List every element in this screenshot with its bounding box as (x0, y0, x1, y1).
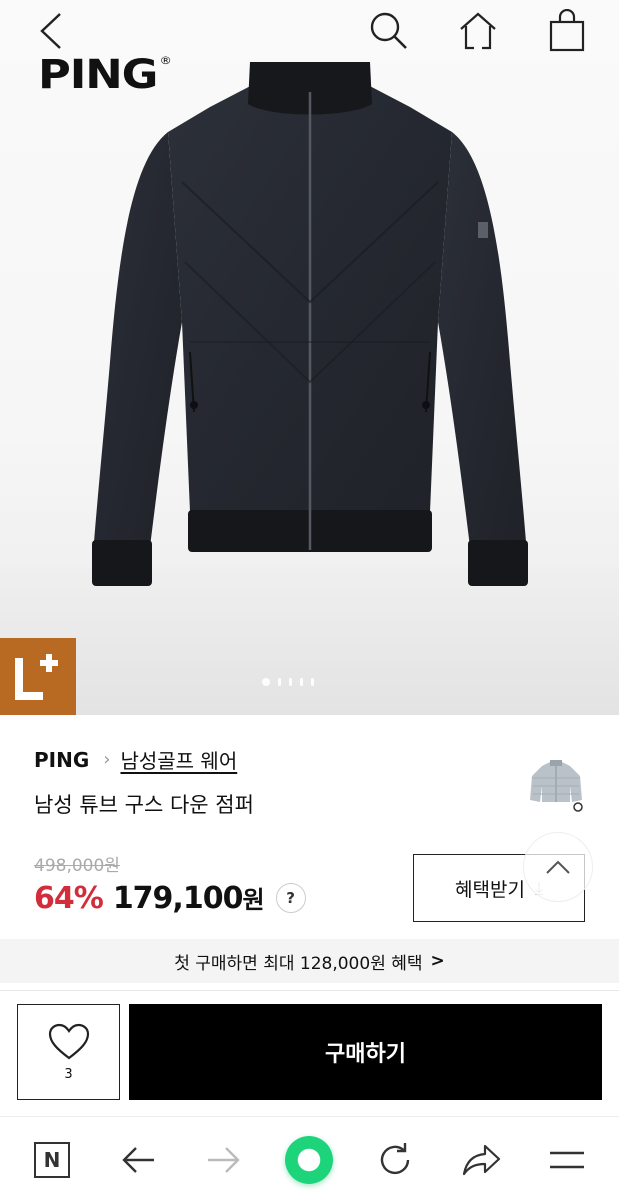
share-button[interactable] (456, 1135, 506, 1185)
related-product-thumbnail[interactable] (528, 756, 584, 812)
scroll-to-top-button[interactable] (523, 832, 593, 902)
search-button[interactable] (364, 6, 414, 56)
breadcrumb-category[interactable]: 남성골프 웨어 (120, 745, 237, 774)
carousel-dot[interactable] (289, 678, 292, 686)
chevron-right-icon: › (103, 749, 111, 770)
breadcrumb: PING › 남성골프 웨어 (34, 745, 237, 774)
first-purchase-promo-banner[interactable]: 첫 구매하면 최대 128,000원 혜택 > (0, 939, 619, 983)
back-chevron-icon (40, 13, 61, 49)
jacket-product-photo (92, 62, 528, 586)
carousel-dot[interactable] (278, 678, 281, 686)
cart-button[interactable] (542, 6, 592, 56)
heart-icon (48, 1023, 89, 1059)
chevron-right-icon: > (430, 951, 445, 971)
chevron-up-icon (546, 860, 570, 874)
browser-back-button[interactable] (113, 1135, 163, 1185)
discount-rate: 64% (34, 880, 104, 916)
home-icon (460, 12, 496, 50)
carousel-indicators (262, 678, 314, 686)
browser-toolbar: N (0, 1116, 619, 1200)
refresh-icon (380, 1143, 410, 1175)
sale-price: 179,100원 (112, 881, 265, 916)
breadcrumb-brand[interactable]: PING (34, 748, 89, 772)
product-title: 남성 튜브 구스 다운 점퍼 (34, 793, 254, 817)
green-dot-icon (285, 1136, 333, 1184)
forward-arrow-icon (208, 1147, 240, 1173)
price-help-icon[interactable]: ? (275, 883, 306, 913)
naver-home-button[interactable]: N (27, 1135, 77, 1185)
wishlist-count: 3 (64, 1066, 73, 1082)
carousel-dot[interactable] (300, 678, 303, 686)
shopping-bag-icon (549, 9, 585, 52)
carousel-dot[interactable] (262, 678, 270, 686)
original-price: 498,000원 (34, 856, 120, 876)
menu-button[interactable] (542, 1135, 592, 1185)
back-button[interactable] (26, 6, 76, 56)
back-arrow-icon (122, 1147, 154, 1173)
wishlist-button[interactable]: 3 (17, 1004, 120, 1100)
refresh-button[interactable] (370, 1135, 420, 1185)
buy-button[interactable]: 구매하기 (129, 1004, 602, 1100)
menu-icon (550, 1151, 584, 1169)
l-plus-logo (15, 653, 58, 700)
price-row: 64% 179,100원 ? (34, 880, 306, 916)
home-button[interactable] (453, 6, 503, 56)
search-icon (370, 12, 407, 49)
purchase-action-bar: 3 구매하기 (0, 990, 619, 1116)
browser-forward-button[interactable] (199, 1135, 249, 1185)
product-image-carousel[interactable]: PING ® (0, 0, 619, 715)
lotte-plus-badge (0, 638, 76, 715)
share-icon (462, 1144, 501, 1176)
green-dot-button[interactable] (284, 1135, 334, 1185)
carousel-dot[interactable] (311, 678, 314, 686)
naver-n-icon: N (34, 1142, 70, 1178)
